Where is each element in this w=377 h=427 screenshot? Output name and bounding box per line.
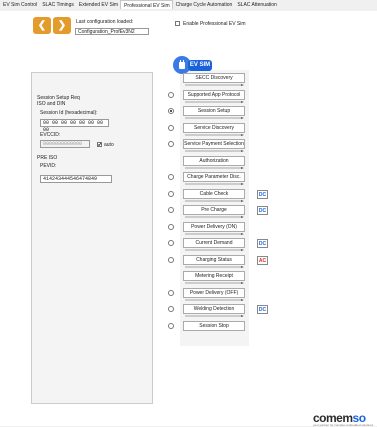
step-arrow-icon — [185, 167, 244, 169]
tab-charge-cycle-automation[interactable]: Charge Cycle Automation — [173, 0, 235, 9]
enable-professional-label: Enable Professional EV Sim — [183, 21, 246, 27]
step-service-payment-selection: Service Payment Selection — [183, 139, 245, 149]
pevid-label: PEVID: — [40, 163, 57, 169]
step-arrow-icon — [185, 134, 244, 136]
load-config-button[interactable]: ❮ — [33, 17, 51, 34]
step-arrow-icon — [185, 117, 244, 119]
checkmark-icon — [97, 142, 102, 147]
step-metering-receipt: Metering Receipt — [183, 271, 245, 281]
pre-iso-label: PRE ISO — [37, 155, 58, 161]
step-radio[interactable] — [168, 290, 174, 296]
step-welding-detection: Welding Detection — [183, 304, 245, 314]
enable-professional-checkbox[interactable] — [175, 21, 180, 26]
badge-dc: DC — [257, 206, 268, 215]
save-config-button[interactable]: ❯ — [53, 17, 71, 34]
step-radio[interactable] — [168, 141, 174, 147]
step-radio[interactable] — [168, 174, 174, 180]
evccid-label: EVCCID: — [40, 132, 61, 138]
step-arrow-icon — [185, 183, 244, 185]
tab-slac-timings[interactable]: SLAC Timings — [39, 0, 76, 9]
step-radio[interactable] — [168, 92, 174, 98]
ev-sim-tag: EV SIM — [188, 60, 212, 71]
tab-ev-sim-control[interactable]: EV Sim Control — [0, 0, 39, 9]
step-radio[interactable] — [168, 125, 174, 131]
badge-ac: AC — [257, 256, 268, 265]
step-arrow-icon — [185, 150, 244, 152]
badge-dc: DC — [257, 305, 268, 314]
last-config-label: Last configuration loaded: — [76, 19, 134, 25]
step-power-delivery-off: Power Delivery (OFF) — [183, 288, 245, 298]
step-pre-charge: Pre Charge — [183, 205, 245, 215]
step-radio[interactable] — [168, 108, 174, 114]
plug-glyph-icon — [179, 60, 185, 69]
step-arrow-icon — [185, 315, 244, 317]
step-cable-check: Cable Check — [183, 189, 245, 199]
step-arrow-icon — [185, 266, 244, 268]
step-arrow-icon — [185, 249, 244, 251]
step-radio[interactable] — [168, 224, 174, 230]
iso-din-label: ISO and DIN — [37, 101, 66, 107]
step-radio[interactable] — [168, 207, 174, 213]
step-secc-discovery: SECC Discovery — [183, 73, 245, 83]
step-arrow-icon — [185, 282, 244, 284]
step-radio[interactable] — [168, 191, 174, 197]
badge-dc: DC — [257, 190, 268, 199]
arrow-left-icon: ❮ — [37, 20, 47, 31]
step-session-setup: Session Setup — [183, 106, 245, 116]
session-id-label: Session Id (hexadecimal): — [40, 110, 98, 116]
step-arrow-icon — [185, 200, 244, 202]
step-charge-parameter-disc: Charge Parameter Disc. — [183, 172, 245, 182]
step-radio[interactable] — [168, 306, 174, 312]
tab-professional-ev-sim[interactable]: Professional EV Sim — [120, 0, 173, 9]
step-arrow-icon — [185, 233, 244, 235]
arrow-right-icon: ❯ — [57, 20, 67, 31]
step-arrow-icon — [185, 84, 244, 86]
step-arrow-icon — [185, 216, 244, 218]
auto-checkbox[interactable] — [97, 142, 102, 147]
step-radio[interactable] — [168, 240, 174, 246]
step-service-discovery: Service Discovery — [183, 123, 245, 133]
step-charging-status: Charging Status — [183, 255, 245, 265]
pevid-input[interactable]: 414243444546474849 — [40, 175, 112, 183]
tab-extended-ev-sim[interactable]: Extended EV Sim — [76, 0, 120, 9]
step-radio[interactable] — [168, 323, 174, 329]
step-arrow-icon — [185, 101, 244, 103]
step-radio[interactable] — [168, 257, 174, 263]
step-current-demand: Current Demand — [183, 238, 245, 248]
step-authorization: Authorization — [183, 156, 245, 166]
badge-dc: DC — [257, 239, 268, 248]
session-id-input[interactable]: 00 00 00 00 00 00 00 00 — [40, 119, 109, 133]
step-session-stop: Session Stop — [183, 321, 245, 331]
step-supported-app-protocol: Supported App Protocol — [183, 90, 245, 100]
evccid-input[interactable]: 0000000000000 — [40, 140, 90, 148]
step-arrow-icon — [185, 299, 244, 301]
config-name-field: Configuration_ProfEv3N2 — [75, 28, 149, 35]
tab-slac-attenuation[interactable]: SLAC Attenuation — [234, 0, 278, 9]
step-power-delivery-on: Power Delivery (ON) — [183, 222, 245, 232]
auto-label: auto — [104, 142, 114, 148]
brand-tagline: your partner for complex embedded soluti… — [313, 423, 374, 427]
